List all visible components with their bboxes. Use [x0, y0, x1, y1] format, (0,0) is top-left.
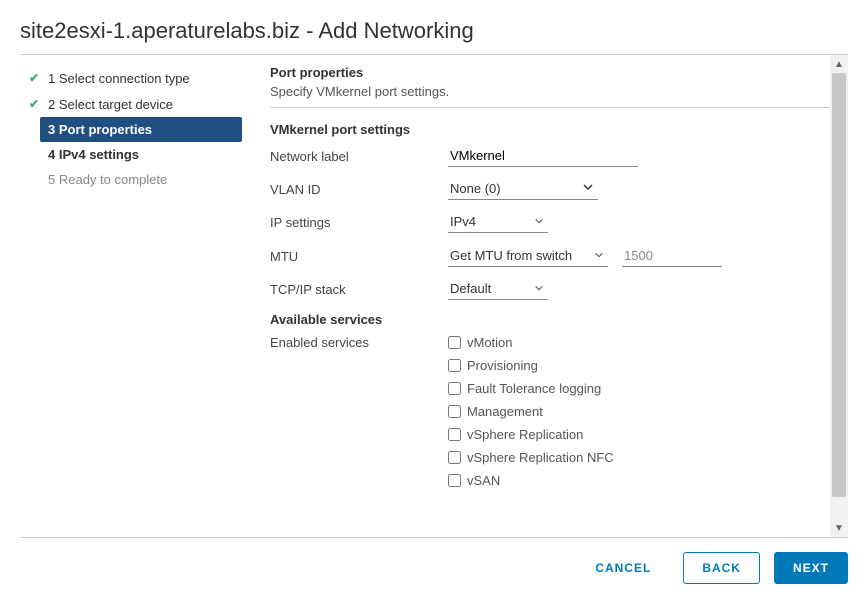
service-vmotion: vMotion — [448, 335, 614, 350]
row-tcpip-stack: TCP/IP stack Default — [270, 279, 848, 300]
wizard-steps-sidebar: ✔ 1 Select connection type ✔ 2 Select ta… — [20, 55, 242, 537]
row-enabled-services: Enabled services vMotion Provisioning Fa… — [270, 335, 848, 496]
service-vsphere-replication: vSphere Replication — [448, 427, 614, 442]
scroll-track[interactable] — [830, 73, 848, 519]
service-vsphere-replication-nfc: vSphere Replication NFC — [448, 450, 614, 465]
step-label: 5 Ready to complete — [48, 172, 167, 187]
chevron-down-icon — [534, 281, 544, 296]
row-network-label: Network label — [270, 145, 848, 167]
step-label: 4 IPv4 settings — [48, 147, 139, 162]
label-mtu: MTU — [270, 249, 448, 264]
label-ip-settings: IP settings — [270, 215, 448, 230]
service-vsan: vSAN — [448, 473, 614, 488]
mtu-mode-select[interactable]: Get MTU from switch — [448, 246, 608, 267]
chevron-down-icon — [534, 214, 544, 229]
dialog-body: ✔ 1 Select connection type ✔ 2 Select ta… — [20, 55, 848, 537]
wizard-dialog: site2esxi-1.aperaturelabs.biz - Add Netw… — [0, 0, 868, 600]
step-label: 2 Select target device — [48, 97, 173, 112]
scroll-up-icon[interactable]: ▲ — [830, 55, 848, 73]
section-title: Port properties — [270, 65, 848, 80]
network-label-input[interactable] — [448, 145, 638, 167]
service-management: Management — [448, 404, 614, 419]
service-fault-tolerance: Fault Tolerance logging — [448, 381, 614, 396]
vertical-scrollbar[interactable]: ▲ ▼ — [830, 55, 848, 537]
row-vlan-id: VLAN ID None (0) — [270, 179, 848, 200]
label-enabled-services: Enabled services — [270, 335, 448, 350]
vsan-checkbox[interactable] — [448, 474, 461, 487]
available-services-header: Available services — [270, 312, 848, 327]
service-provisioning: Provisioning — [448, 358, 614, 373]
service-label: vSphere Replication NFC — [467, 450, 614, 465]
service-label: Provisioning — [467, 358, 538, 373]
check-icon: ✔ — [26, 70, 42, 86]
dialog-footer: CANCEL BACK NEXT — [20, 537, 848, 584]
vlan-id-value: None (0) — [450, 181, 501, 196]
step-port-properties[interactable]: 3 Port properties — [40, 117, 242, 142]
label-network-label: Network label — [270, 149, 448, 164]
check-icon: ✔ — [26, 96, 42, 112]
step-ipv4-settings[interactable]: 4 IPv4 settings — [20, 142, 242, 167]
service-label: Fault Tolerance logging — [467, 381, 601, 396]
step-select-target-device[interactable]: ✔ 2 Select target device — [20, 91, 242, 117]
vmotion-checkbox[interactable] — [448, 336, 461, 349]
fault-tolerance-checkbox[interactable] — [448, 382, 461, 395]
service-label: Management — [467, 404, 543, 419]
service-label: vSAN — [467, 473, 500, 488]
row-mtu: MTU Get MTU from switch — [270, 245, 848, 267]
chevron-down-icon — [582, 181, 594, 196]
label-vlan-id: VLAN ID — [270, 182, 448, 197]
vlan-id-select[interactable]: None (0) — [448, 179, 598, 200]
ip-settings-value: IPv4 — [450, 214, 476, 229]
vsphere-replication-nfc-checkbox[interactable] — [448, 451, 461, 464]
step-ready-to-complete: 5 Ready to complete — [20, 167, 242, 192]
settings-header: VMkernel port settings — [270, 122, 848, 137]
ip-settings-select[interactable]: IPv4 — [448, 212, 548, 233]
mtu-value-input[interactable] — [622, 245, 722, 267]
tcpip-stack-value: Default — [450, 281, 491, 296]
wizard-content: Port properties Specify VMkernel port se… — [242, 55, 848, 537]
step-label: 3 Port properties — [48, 122, 152, 137]
scroll-thumb[interactable] — [832, 73, 846, 497]
back-button[interactable]: BACK — [683, 552, 760, 584]
mtu-mode-value: Get MTU from switch — [450, 248, 572, 263]
vsphere-replication-checkbox[interactable] — [448, 428, 461, 441]
management-checkbox[interactable] — [448, 405, 461, 418]
step-select-connection-type[interactable]: ✔ 1 Select connection type — [20, 65, 242, 91]
tcpip-stack-select[interactable]: Default — [448, 279, 548, 300]
row-ip-settings: IP settings IPv4 — [270, 212, 848, 233]
next-button[interactable]: NEXT — [774, 552, 848, 584]
cancel-button[interactable]: CANCEL — [577, 553, 669, 583]
step-label: 1 Select connection type — [48, 71, 190, 86]
service-label: vSphere Replication — [467, 427, 583, 442]
scroll-down-icon[interactable]: ▼ — [830, 519, 848, 537]
provisioning-checkbox[interactable] — [448, 359, 461, 372]
label-tcpip-stack: TCP/IP stack — [270, 282, 448, 297]
dialog-title: site2esxi-1.aperaturelabs.biz - Add Netw… — [20, 18, 848, 55]
section-subtitle: Specify VMkernel port settings. — [270, 84, 848, 108]
service-label: vMotion — [467, 335, 513, 350]
services-list: vMotion Provisioning Fault Tolerance log… — [448, 335, 614, 496]
chevron-down-icon — [594, 248, 604, 263]
